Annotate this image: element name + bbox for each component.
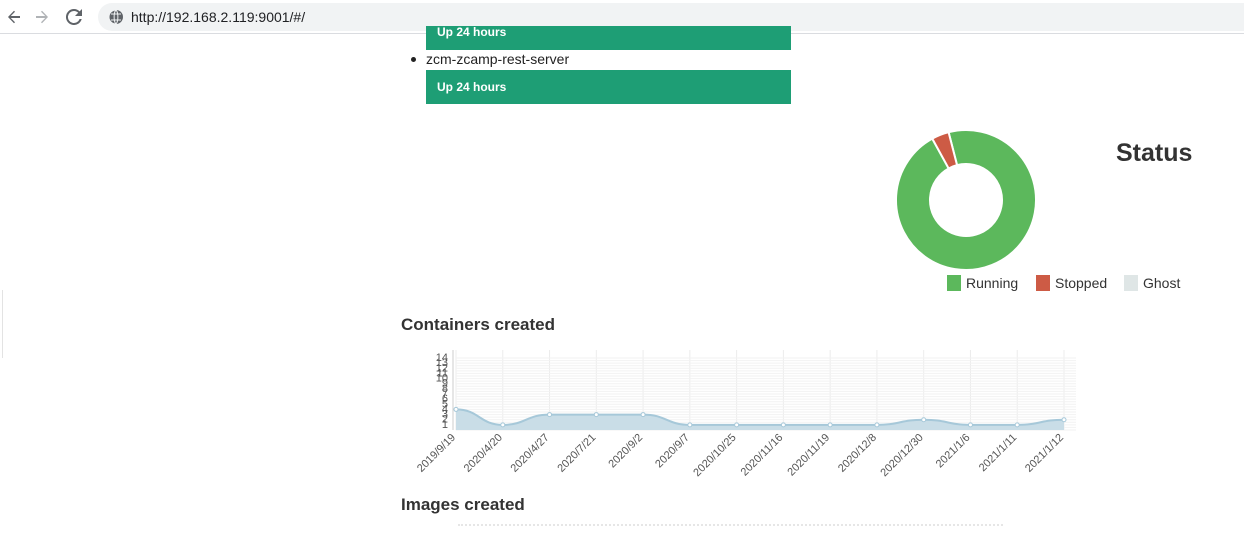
container-status-bar: Up 24 hours bbox=[426, 26, 791, 50]
data-point bbox=[547, 412, 553, 418]
data-point bbox=[687, 422, 693, 428]
url-text: http://192.168.2.119:9001/#/ bbox=[131, 9, 306, 25]
x-tick-label: 2019/9/19 bbox=[415, 432, 458, 475]
containers-created-heading: Containers created bbox=[401, 315, 555, 334]
x-tick-label: 2020/12/30 bbox=[878, 432, 925, 479]
legend-label: Stopped bbox=[1055, 275, 1108, 291]
status-donut-chart bbox=[895, 129, 1037, 271]
y-tick-label: 14 bbox=[436, 352, 448, 364]
x-tick-label: 2021/1/11 bbox=[977, 432, 1020, 475]
data-point bbox=[593, 412, 599, 418]
x-tick-label: 2020/11/16 bbox=[739, 432, 786, 479]
containers-created-chart: 12345678910111213142019/9/19 2020/4/20 202… bbox=[415, 350, 1076, 479]
x-tick-label: 2020/12/8 bbox=[836, 432, 879, 475]
legend-item-stopped: Stopped bbox=[1036, 275, 1107, 291]
data-point bbox=[1014, 422, 1020, 428]
back-icon[interactable] bbox=[2, 5, 26, 29]
forward-icon[interactable] bbox=[30, 5, 54, 29]
container-list-item: zcm-zcamp-rest-server bbox=[411, 51, 569, 67]
container-status-text: Up 24 hours bbox=[437, 80, 507, 94]
legend-item-ghost: Ghost bbox=[1124, 275, 1180, 291]
donut-slice-running bbox=[895, 129, 1037, 271]
x-tick-label: 2020/7/21 bbox=[555, 432, 598, 475]
legend-swatch bbox=[947, 275, 961, 291]
reload-icon[interactable] bbox=[62, 5, 86, 29]
data-point bbox=[967, 422, 973, 428]
x-tick-label: 2020/4/20 bbox=[462, 432, 505, 475]
images-created-heading: Images created bbox=[401, 495, 525, 514]
data-point bbox=[780, 422, 786, 428]
x-tick-label: 2020/9/7 bbox=[653, 432, 692, 471]
bullet-icon bbox=[411, 57, 416, 62]
x-tick-label: 2020/10/25 bbox=[691, 432, 738, 479]
data-point bbox=[453, 406, 459, 412]
x-tick-label: 2020/11/19 bbox=[785, 432, 832, 479]
data-point bbox=[1061, 417, 1067, 423]
x-tick-label: 2021/1/6 bbox=[934, 432, 973, 471]
legend-swatch bbox=[1036, 275, 1050, 291]
container-name: zcm-zcamp-rest-server bbox=[426, 51, 570, 67]
side-panel-edge bbox=[0, 290, 3, 358]
images-created-chart bbox=[458, 524, 1003, 526]
x-tick-label: 2020/9/2 bbox=[606, 432, 645, 471]
data-point bbox=[874, 422, 880, 428]
x-tick-label: 2021/1/12 bbox=[1023, 432, 1066, 475]
status-title: Status bbox=[1116, 139, 1193, 167]
data-point bbox=[827, 422, 833, 428]
legend-item-running: Running bbox=[947, 275, 1018, 291]
container-status-text: Up 24 hours bbox=[437, 26, 507, 39]
container-status-bar: Up 24 hours bbox=[426, 70, 791, 104]
data-point bbox=[921, 417, 927, 423]
legend-label: Ghost bbox=[1143, 275, 1181, 291]
data-point bbox=[734, 422, 740, 428]
globe-icon bbox=[108, 9, 124, 25]
x-tick-label: 2020/4/27 bbox=[509, 432, 552, 475]
data-point bbox=[500, 422, 506, 428]
legend-label: Running bbox=[966, 275, 1019, 291]
data-point bbox=[640, 412, 646, 418]
legend-swatch bbox=[1124, 275, 1138, 291]
